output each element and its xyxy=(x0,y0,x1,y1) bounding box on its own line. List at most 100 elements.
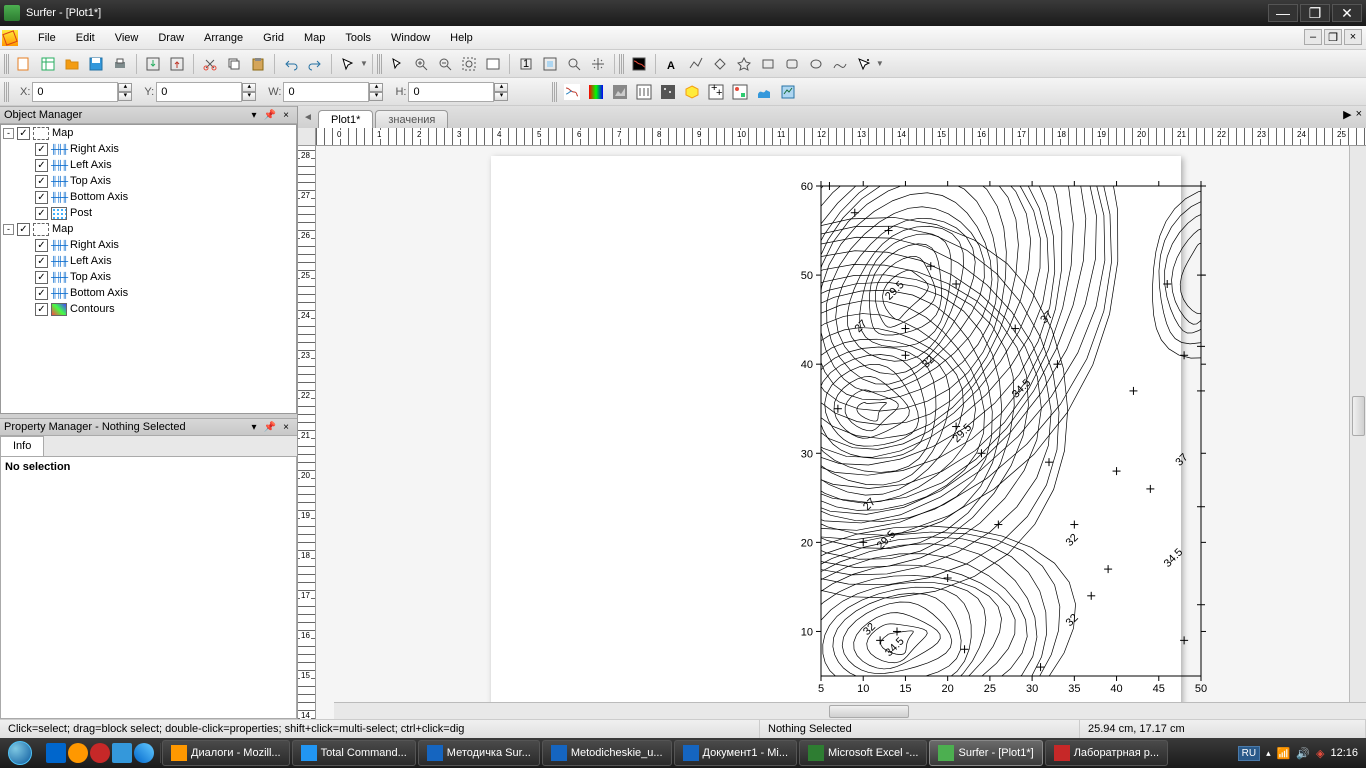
tree-checkbox[interactable]: ✓ xyxy=(35,255,48,268)
tray-sound-icon[interactable]: 🔊 xyxy=(1296,747,1310,760)
zoom-actual-button[interactable]: 1 xyxy=(515,53,537,75)
tree-checkbox[interactable]: ✓ xyxy=(35,303,48,316)
taskbar-button[interactable]: Surfer - [Plot1*] xyxy=(929,740,1042,766)
menu-arrange[interactable]: Arrange xyxy=(194,28,253,48)
menu-tools[interactable]: Tools xyxy=(335,28,381,48)
mdi-minimize-button[interactable]: – xyxy=(1304,29,1322,45)
undo-button[interactable] xyxy=(280,53,302,75)
cut-button[interactable] xyxy=(199,53,221,75)
reshape-button[interactable] xyxy=(853,53,875,75)
export-button[interactable] xyxy=(166,53,188,75)
tree-checkbox[interactable]: ✓ xyxy=(17,223,30,236)
tab-next-icon[interactable]: ▶ xyxy=(1343,108,1351,121)
watershed-icon[interactable] xyxy=(657,81,679,103)
mdi-restore-button[interactable]: ❐ xyxy=(1324,29,1342,45)
tab-values[interactable]: значения xyxy=(375,110,448,129)
ellipse-button[interactable] xyxy=(805,53,827,75)
spline-button[interactable] xyxy=(829,53,851,75)
image-map-icon[interactable] xyxy=(585,81,607,103)
save-button[interactable] xyxy=(85,53,107,75)
mdi-close-button[interactable]: × xyxy=(1344,29,1362,45)
new-plot-button[interactable] xyxy=(13,53,35,75)
maximize-button[interactable]: ❐ xyxy=(1300,4,1330,22)
tab-prev-icon[interactable]: ◄ xyxy=(300,109,316,125)
shaded-relief-icon[interactable] xyxy=(609,81,631,103)
tree-item[interactable]: -✓Map xyxy=(1,125,296,141)
taskbar-button[interactable]: Диалоги - Mozill... xyxy=(162,740,290,766)
tree-checkbox[interactable]: ✓ xyxy=(35,143,48,156)
tree-item[interactable]: -✓Map xyxy=(1,221,296,237)
import-button[interactable] xyxy=(142,53,164,75)
y-spin-down[interactable]: ▾ xyxy=(242,92,256,101)
menu-window[interactable]: Window xyxy=(381,28,440,48)
tray-shield-icon[interactable]: ◈ xyxy=(1316,747,1324,760)
taskbar-button[interactable]: Документ1 - Mi... xyxy=(674,740,797,766)
tree-expand-icon[interactable]: - xyxy=(3,128,14,139)
clock[interactable]: 12:16 xyxy=(1330,747,1358,759)
tree-checkbox[interactable]: ✓ xyxy=(35,207,48,220)
menu-help[interactable]: Help xyxy=(440,28,483,48)
toolbar-grip[interactable] xyxy=(552,82,557,102)
zoom-realtime-button[interactable] xyxy=(563,53,585,75)
tree-item[interactable]: ✓╫╫╫Top Axis xyxy=(1,173,296,189)
new-worksheet-button[interactable] xyxy=(37,53,59,75)
symbol-button[interactable] xyxy=(733,53,755,75)
tree-item[interactable]: ✓╫╫╫Top Axis xyxy=(1,269,296,285)
panel-close-icon[interactable]: × xyxy=(279,108,293,122)
x-spin-down[interactable]: ▾ xyxy=(118,92,132,101)
tree-checkbox[interactable]: ✓ xyxy=(17,127,30,140)
close-button[interactable]: ✕ xyxy=(1332,4,1362,22)
paste-button[interactable] xyxy=(247,53,269,75)
ql-ie2-icon[interactable] xyxy=(134,743,154,763)
menu-grid[interactable]: Grid xyxy=(253,28,294,48)
w-spin-up[interactable]: ▴ xyxy=(369,83,383,92)
menu-map[interactable]: Map xyxy=(294,28,335,48)
tree-item[interactable]: ✓╫╫╫Left Axis xyxy=(1,253,296,269)
select-tool-button[interactable] xyxy=(337,53,359,75)
zoom-out-button[interactable] xyxy=(434,53,456,75)
polyline-button[interactable] xyxy=(685,53,707,75)
contour-map-icon[interactable] xyxy=(561,81,583,103)
y-input[interactable] xyxy=(156,82,242,102)
tree-item[interactable]: ✓╫╫╫Right Axis xyxy=(1,141,296,157)
rounded-rect-button[interactable] xyxy=(781,53,803,75)
toolbar-grip[interactable] xyxy=(4,54,9,74)
rectangle-button[interactable] xyxy=(757,53,779,75)
x-input[interactable] xyxy=(32,82,118,102)
open-button[interactable] xyxy=(61,53,83,75)
toolbar-grip[interactable] xyxy=(4,82,9,102)
taskbar-button[interactable]: Методичка Sur... xyxy=(418,740,540,766)
tree-item[interactable]: ✓╫╫╫Bottom Axis xyxy=(1,189,296,205)
toolbar-grip[interactable] xyxy=(619,54,624,74)
tree-checkbox[interactable]: ✓ xyxy=(35,159,48,172)
tree-checkbox[interactable]: ✓ xyxy=(35,175,48,188)
horizontal-scrollbar[interactable] xyxy=(334,702,1366,719)
language-indicator[interactable]: RU xyxy=(1238,746,1260,761)
tab-plot1[interactable]: Plot1* xyxy=(318,110,373,129)
menu-draw[interactable]: Draw xyxy=(148,28,194,48)
contour-map-button[interactable] xyxy=(628,53,650,75)
start-button[interactable] xyxy=(0,738,40,768)
tray-arrow-icon[interactable]: ▴ xyxy=(1266,748,1271,759)
panel-dropdown-icon[interactable]: ▾ xyxy=(247,108,261,122)
canvas[interactable]: 5101520253035404550102030405060272729.52… xyxy=(316,146,1366,719)
ql-ie-icon[interactable] xyxy=(46,743,66,763)
tree-item[interactable]: ✓╫╫╫Right Axis xyxy=(1,237,296,253)
zoom-rect-button[interactable] xyxy=(458,53,480,75)
tree-item[interactable]: ✓╫╫╫Bottom Axis xyxy=(1,285,296,301)
redo-button[interactable] xyxy=(304,53,326,75)
menu-view[interactable]: View xyxy=(105,28,149,48)
ql-firefox-icon[interactable] xyxy=(68,743,88,763)
tree-item[interactable]: ✓╫╫╫Left Axis xyxy=(1,157,296,173)
classed-post-icon[interactable] xyxy=(729,81,751,103)
panel-close-icon[interactable]: × xyxy=(279,420,293,434)
toolbar-grip[interactable] xyxy=(377,54,382,74)
vertical-scrollbar[interactable] xyxy=(1349,146,1366,702)
tree-item[interactable]: ✓Contours xyxy=(1,301,296,317)
h-spin-down[interactable]: ▾ xyxy=(494,92,508,101)
polygon-button[interactable] xyxy=(709,53,731,75)
y-spin-up[interactable]: ▴ xyxy=(242,83,256,92)
zoom-fit-button[interactable] xyxy=(482,53,504,75)
tree-checkbox[interactable]: ✓ xyxy=(35,191,48,204)
surface-map-icon[interactable] xyxy=(753,81,775,103)
